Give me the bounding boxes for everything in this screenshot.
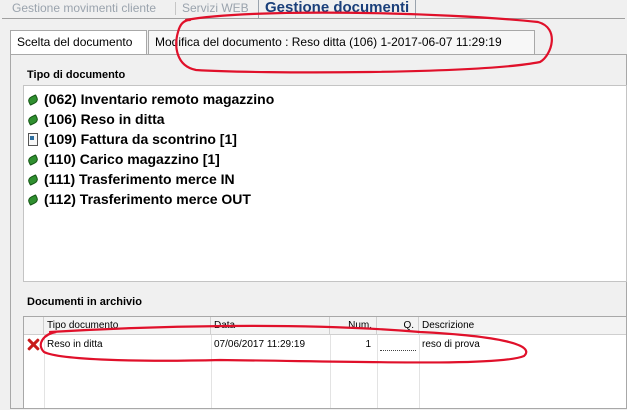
leaf-icon [26,193,38,205]
tipo-documento-list[interactable]: (062) Inventario remoto magazzino (106) … [23,85,627,282]
cell-descrizione: reso di prova [422,339,480,350]
cell-num: 1 [365,339,371,350]
leaf-icon [26,113,38,125]
delete-x-icon[interactable] [27,338,40,351]
cell-q[interactable] [380,335,416,351]
list-item-label: (106) Reso in ditta [44,111,165,127]
list-item[interactable]: (062) Inventario remoto magazzino [26,89,274,109]
list-item[interactable]: (112) Trasferimento merce OUT [26,189,251,209]
list-item-label: (062) Inventario remoto magazzino [44,91,275,107]
list-item-label: (111) Trasferimento merce IN [44,171,235,187]
archivio-grid[interactable]: Tipo documento Data Num. Q. Descrizione … [23,316,627,409]
archivio-label: Documenti in archivio [27,296,142,308]
grid-header: Tipo documento Data Num. Q. Descrizione [24,317,626,335]
cell-tipo: Reso in ditta [47,339,103,350]
leaf-icon [26,153,38,165]
leaf-icon [26,173,38,185]
tipo-documento-label: Tipo di documento [27,69,126,81]
tab-modifica-documento[interactable]: Modifica del documento : Reso ditta (106… [148,30,535,54]
top-tab-strip: Gestione movimenti cliente Servizi WEB G… [0,0,627,21]
column-header-data[interactable]: Data [211,317,330,334]
column-header-tipo[interactable]: Tipo documento [44,317,211,334]
list-item-label: (112) Trasferimento merce OUT [44,191,251,207]
list-item[interactable]: (106) Reso in ditta [26,109,165,129]
tab-scelta-documento[interactable]: Scelta del documento [10,30,147,54]
list-item-label: (110) Carico magazzino [1] [44,151,220,167]
tab-servizi-web[interactable]: Servizi WEB [182,0,249,18]
list-item[interactable]: (109) Fattura da scontrino [1] [26,129,237,149]
tab-gestione-movimenti-cliente[interactable]: Gestione movimenti cliente [12,0,156,18]
column-header-selector [24,317,44,334]
list-item[interactable]: (111) Trasferimento merce IN [26,169,235,189]
leaf-icon [26,93,38,105]
cell-data: 07/06/2017 11:29:19 [214,339,306,350]
column-header-q[interactable]: Q. [377,317,419,334]
list-item[interactable]: (110) Carico magazzino [1] [26,149,220,169]
column-header-descrizione[interactable]: Descrizione [419,317,626,334]
list-item-label: (109) Fattura da scontrino [1] [44,131,237,147]
tab-separator [175,2,176,15]
table-row[interactable]: Reso in ditta 07/06/2017 11:29:19 1 reso… [24,335,626,354]
column-header-num[interactable]: Num. [330,317,377,334]
document-icon [26,133,38,146]
